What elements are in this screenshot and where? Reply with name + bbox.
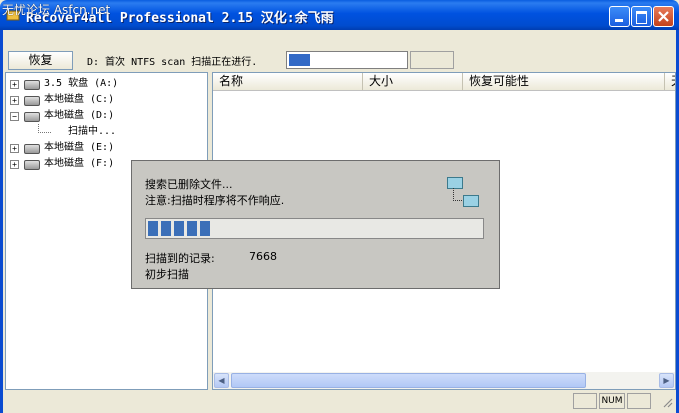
progress-segment: [174, 221, 184, 236]
collapse-icon[interactable]: −: [10, 112, 19, 121]
scan-progress-fill: [289, 54, 310, 66]
resize-grip-icon[interactable]: [653, 393, 675, 409]
expand-icon[interactable]: +: [10, 160, 19, 169]
tree-item-label: 本地磁盘 (E:): [44, 142, 115, 153]
hard-drive-icon: [24, 112, 40, 122]
progress-segment: [200, 221, 210, 236]
progress-segment: [148, 221, 158, 236]
records-label: 扫描到的记录:: [145, 252, 215, 265]
scan-status-text: D: 首次 NTFS scan 扫描正在进行.: [87, 57, 258, 68]
progress-segment: [161, 221, 171, 236]
tree-connector-line: [453, 188, 462, 201]
scroll-thumb[interactable]: [231, 373, 586, 388]
column-day-header[interactable]: 天: [665, 73, 675, 90]
status-cell-blank: [573, 393, 597, 409]
close-icon: [658, 11, 669, 22]
toolbar-blank-panel: [410, 51, 454, 69]
title-bar[interactable]: Recover4all Professional 2.15 汉化:余飞雨 无忧论…: [0, 0, 679, 30]
status-cell-blank: [627, 393, 651, 409]
tree-connector-line: [38, 124, 51, 133]
floppy-drive-icon: [24, 80, 40, 90]
scroll-left-button[interactable]: ◀: [214, 373, 229, 388]
scan-stage-text: 初步扫描: [145, 268, 189, 281]
list-header: 名称 大小 恢复可能性 天: [213, 73, 675, 91]
tree-item-label: 扫描中...: [68, 126, 117, 137]
column-name-header[interactable]: 名称: [213, 73, 363, 90]
tree-item-label: 本地磁盘 (F:): [44, 158, 115, 169]
scroll-right-button[interactable]: ▶: [659, 373, 674, 388]
records-value: 7668: [249, 250, 277, 263]
scan-progress-bar: [286, 51, 408, 69]
window-border-left: [0, 30, 3, 413]
hard-drive-icon: [24, 144, 40, 154]
expand-icon[interactable]: +: [10, 144, 19, 153]
progress-segment: [187, 221, 197, 236]
restore-button[interactable]: 恢复: [8, 51, 73, 70]
minimize-button[interactable]: [609, 6, 630, 27]
horizontal-scrollbar[interactable]: ◀ ▶: [213, 372, 675, 389]
status-bar: NUM: [3, 391, 676, 413]
num-lock-indicator: NUM: [599, 393, 625, 409]
expand-icon[interactable]: +: [10, 96, 19, 105]
toolbar: 恢复 D: 首次 NTFS scan 扫描正在进行.: [3, 30, 676, 72]
maximize-button[interactable]: [631, 6, 652, 27]
column-recoverability-header[interactable]: 恢复可能性: [463, 73, 665, 90]
maximize-icon: [636, 11, 647, 24]
dialog-progress-bar: [145, 218, 484, 239]
expand-icon[interactable]: +: [10, 80, 19, 89]
hard-drive-icon: [24, 160, 40, 170]
tree-item-label: 本地磁盘 (C:): [44, 94, 115, 105]
hard-drive-icon: [24, 96, 40, 106]
minimize-icon: [615, 19, 623, 22]
column-size-header[interactable]: 大小: [363, 73, 463, 90]
subfolder-icon: [463, 195, 479, 207]
watermark-text: 无忧论坛 Asfcn.net: [2, 3, 111, 17]
dialog-warning-text: 注意:扫描时程序将不作响应.: [145, 194, 285, 207]
dialog-searching-text: 搜索已删除文件...: [145, 178, 233, 191]
tree-item-label: 3.5 软盘 (A:): [44, 78, 119, 89]
close-button[interactable]: [653, 6, 674, 27]
scan-progress-dialog: 搜索已删除文件... 注意:扫描时程序将不作响应. 扫描到的记录: 7668 初…: [131, 160, 500, 289]
tree-item-label: 本地磁盘 (D:): [44, 110, 115, 121]
